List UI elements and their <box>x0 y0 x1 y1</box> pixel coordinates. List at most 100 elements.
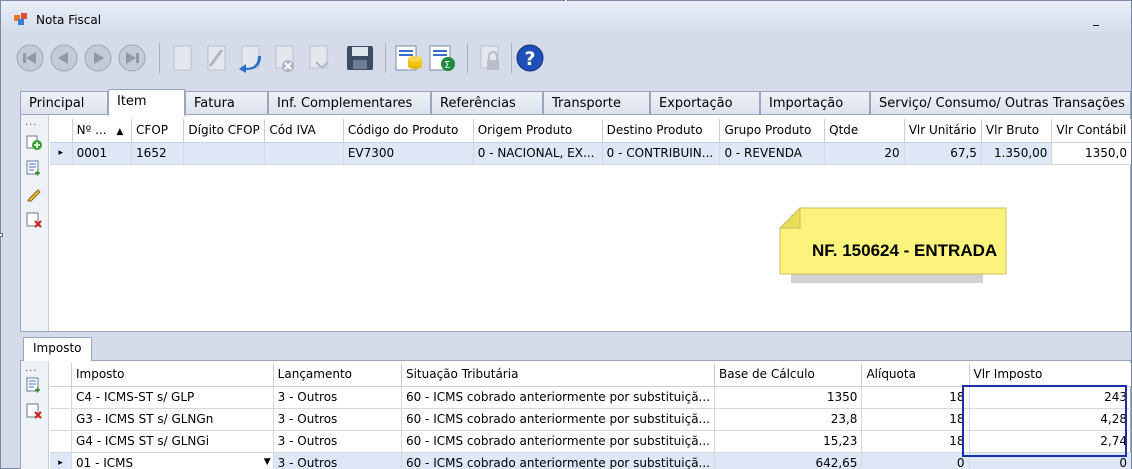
cell-imposto: 01 - ICMS <box>75 456 134 469</box>
cell-aliquota[interactable]: 18 <box>861 386 970 409</box>
main-tabs: Principal Item Fatura Inf. Complementare… <box>20 89 1131 116</box>
col-cfop[interactable]: CFOP <box>131 119 185 143</box>
cell-digito-cfop[interactable] <box>183 142 266 165</box>
cell-destino-produto[interactable]: 0 - CONTRIBUIN... <box>602 142 721 165</box>
undo-icon[interactable] <box>233 41 267 75</box>
app-icon <box>14 13 27 25</box>
col-qtde[interactable]: Qtde <box>824 119 905 143</box>
save-icon[interactable] <box>343 41 377 75</box>
resize-handle-left[interactable] <box>0 233 3 237</box>
item-table-header: Nº ... ▲ CFOP Dígito CFOP Cód IVA Código… <box>50 119 1131 143</box>
cell-base-calculo[interactable]: 642,65 <box>714 452 863 469</box>
cell-base-calculo[interactable]: 15,23 <box>714 430 863 453</box>
col-codigo-produto[interactable]: Código do Produto <box>343 119 474 143</box>
cell-origem-produto[interactable]: 0 - NACIONAL, EX... <box>473 142 603 165</box>
sidebar-dots: ... <box>25 363 38 374</box>
tab-servico-consumo[interactable]: Serviço/ Consumo/ Outras Transações <box>870 91 1131 115</box>
item-panel: ... Nº ... ▲ CFOP Dígito CFOP Cód IVA Có… <box>20 114 1131 332</box>
last-record-icon[interactable] <box>115 41 149 75</box>
cell-aliquota[interactable]: 18 <box>861 430 970 453</box>
col-vlr-bruto[interactable]: Vlr Bruto <box>981 119 1053 143</box>
previous-record-icon[interactable] <box>47 41 81 75</box>
cell-base-calculo[interactable]: 23,8 <box>714 408 863 431</box>
cell-grupo-produto[interactable]: 0 - REVENDA <box>719 142 826 165</box>
cell-cod-iva[interactable] <box>264 142 344 165</box>
row-indicator <box>50 386 72 409</box>
cell-situacao[interactable]: 60 - ICMS cobrado anteriormente por subs… <box>401 408 716 431</box>
window-title: Nota Fiscal <box>36 13 102 27</box>
minimize-button[interactable]: _ <box>1089 12 1103 26</box>
tab-principal[interactable]: Principal <box>20 91 108 115</box>
cell-imposto-dropdown[interactable]: 01 - ICMS ▼ <box>71 452 274 469</box>
col-grupo-produto[interactable]: Grupo Produto <box>719 119 826 143</box>
report-list-icon[interactable] <box>391 41 425 75</box>
col-lancamento[interactable]: Lançamento <box>273 363 402 387</box>
cell-lancamento[interactable]: 3 - Outros <box>273 430 402 453</box>
pencil-icon[interactable] <box>26 186 42 202</box>
cell-aliquota[interactable]: 0 <box>861 452 970 469</box>
cell-lancamento[interactable]: 3 - Outros <box>273 386 402 409</box>
cell-lancamento[interactable]: 3 - Outros <box>273 452 402 469</box>
disabled-action-icon[interactable] <box>301 41 335 75</box>
cell-numero[interactable]: 0001 <box>72 142 133 165</box>
cell-cfop[interactable]: 1652 <box>131 142 185 165</box>
cell-situacao[interactable]: 60 - ICMS cobrado anteriormente por subs… <box>401 430 716 453</box>
edit-document-icon[interactable] <box>199 41 233 75</box>
tab-fatura[interactable]: Fatura <box>185 91 268 115</box>
toolbar-separator <box>511 43 512 73</box>
help-icon[interactable]: ? <box>513 41 547 75</box>
cell-vlr-contabil[interactable]: 1350,0 <box>1051 142 1131 165</box>
tab-imposto[interactable]: Imposto <box>23 337 92 361</box>
chevron-down-icon[interactable]: ▼ <box>264 457 271 467</box>
cell-base-calculo[interactable]: 1350 <box>714 386 863 409</box>
delete-row-icon[interactable] <box>26 403 42 419</box>
next-record-icon[interactable] <box>81 41 115 75</box>
tab-inf-complementares[interactable]: Inf. Complementares <box>268 91 431 115</box>
sort-asc-icon: ▲ <box>116 127 124 138</box>
title-bar: Nota Fiscal _ <box>1 1 1131 35</box>
edit-list-icon[interactable] <box>26 377 42 393</box>
tab-exportacao[interactable]: Exportação <box>650 91 760 115</box>
cell-codigo-produto[interactable]: EV7300 <box>343 142 474 165</box>
tab-importacao[interactable]: Importação <box>760 91 870 115</box>
col-numero-label: Nº ... <box>76 123 107 138</box>
col-aliquota[interactable]: Alíquota <box>861 363 970 387</box>
col-numero[interactable]: Nº ... ▲ <box>72 119 133 143</box>
cell-aliquota[interactable]: 18 <box>861 408 970 431</box>
cell-imposto[interactable]: G4 - ICMS ST s/ GLNGi <box>71 430 274 453</box>
tab-item[interactable]: Item <box>108 89 185 116</box>
sticky-note-text: NF. 150624 - ENTRADA <box>812 241 998 260</box>
row-indicator-header <box>50 119 73 143</box>
tab-referencias[interactable]: Referências <box>431 91 543 115</box>
cell-imposto[interactable]: G3 - ICMS ST s/ GLNGn <box>71 408 274 431</box>
delete-row-icon[interactable] <box>26 212 42 228</box>
col-vlr-imposto[interactable]: Vlr Imposto <box>969 363 1131 387</box>
add-row-icon[interactable] <box>26 134 42 150</box>
export-excel-icon[interactable]: Σ <box>425 41 459 75</box>
new-document-icon[interactable] <box>165 41 199 75</box>
cell-lancamento[interactable]: 3 - Outros <box>273 408 402 431</box>
col-origem-produto[interactable]: Origem Produto <box>473 119 603 143</box>
col-destino-produto[interactable]: Destino Produto <box>602 119 721 143</box>
col-base-calculo[interactable]: Base de Cálculo <box>714 363 863 387</box>
cell-vlr-bruto[interactable]: 1.350,00 <box>981 142 1053 165</box>
col-digito-cfop[interactable]: Dígito CFOP <box>183 119 266 143</box>
col-situacao-tributaria[interactable]: Situação Tributária <box>401 363 716 387</box>
cancel-icon[interactable] <box>267 41 301 75</box>
tab-transporte[interactable]: Transporte <box>543 91 650 115</box>
cell-qtde[interactable]: 20 <box>824 142 905 165</box>
col-imposto[interactable]: Imposto <box>71 363 274 387</box>
row-indicator <box>50 408 72 431</box>
table-row[interactable]: ▸ 0001 1652 EV7300 0 - NACIONAL, EX... 0… <box>50 142 1131 165</box>
first-record-icon[interactable] <box>13 41 47 75</box>
cell-vlr-unitario[interactable]: 67,5 <box>904 142 982 165</box>
cell-situacao[interactable]: 60 - ICMS cobrado anteriormente por subs… <box>401 452 716 469</box>
cell-situacao[interactable]: 60 - ICMS cobrado anteriormente por subs… <box>401 386 716 409</box>
row-indicator: ▸ <box>50 452 72 469</box>
col-cod-iva[interactable]: Cód IVA <box>264 119 344 143</box>
edit-list-icon[interactable] <box>26 160 42 176</box>
lock-icon[interactable] <box>473 41 507 75</box>
col-vlr-unitario[interactable]: Vlr Unitário <box>904 119 982 143</box>
col-vlr-contabil[interactable]: Vlr Contábil <box>1051 119 1131 143</box>
cell-imposto[interactable]: C4 - ICMS-ST s/ GLP <box>71 386 274 409</box>
